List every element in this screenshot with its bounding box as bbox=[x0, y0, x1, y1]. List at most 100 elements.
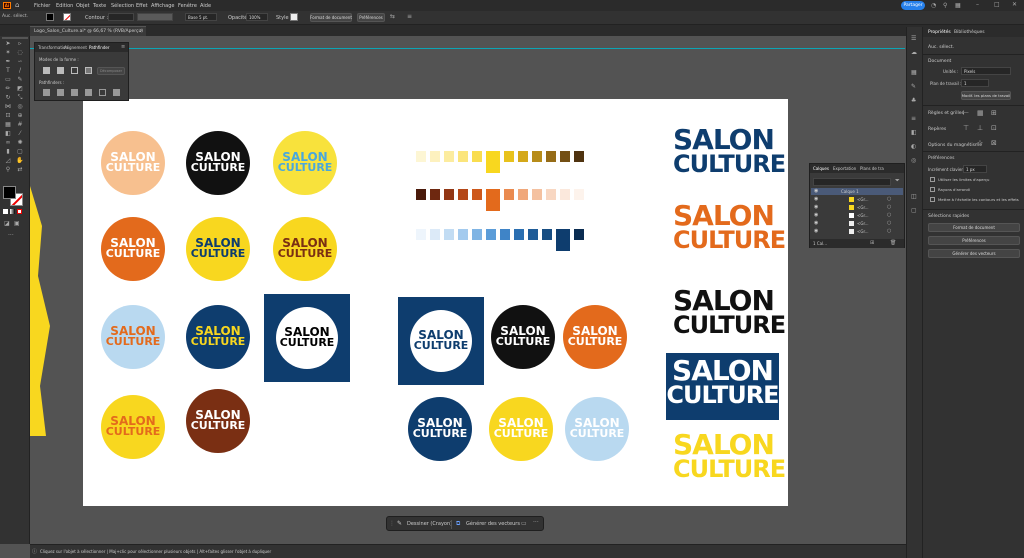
badge-black-2[interactable]: SALON CULTURE bbox=[491, 305, 555, 369]
symbols-panel-icon[interactable]: ♣ bbox=[911, 97, 916, 104]
help-icon[interactable]: ⓘ bbox=[32, 548, 37, 555]
badge-orange-2[interactable]: SALON CULTURE bbox=[563, 305, 627, 369]
transparency-panel-icon[interactable]: ◐ bbox=[911, 143, 916, 150]
preferences-button-2[interactable]: Préférences bbox=[928, 236, 1020, 245]
taskbar-image-icon[interactable]: ▭ bbox=[521, 520, 527, 527]
taskbar-grip-icon[interactable]: ⋮ bbox=[389, 520, 395, 527]
draw-pencil-button[interactable]: Dessiner (Crayon) bbox=[407, 521, 452, 527]
target-icon[interactable]: ○ bbox=[887, 228, 891, 234]
menu-selection[interactable]: Sélection bbox=[111, 3, 134, 9]
crop-icon[interactable] bbox=[85, 89, 92, 96]
free-transform-tool-icon[interactable]: ⊡ bbox=[4, 112, 12, 119]
menu-edition[interactable]: Edition bbox=[56, 3, 73, 9]
properties-panel-icon[interactable]: ☰ bbox=[911, 35, 916, 42]
notification-icon[interactable]: ◔ bbox=[931, 2, 936, 9]
lasso-tool-icon[interactable]: ◌ bbox=[16, 49, 24, 56]
arrange-icon[interactable]: ⇆ bbox=[390, 13, 395, 20]
curvature-tool-icon[interactable]: ∽ bbox=[16, 58, 24, 65]
palette-blue[interactable] bbox=[416, 229, 586, 251]
tab-properties[interactable]: Propriétés bbox=[928, 30, 951, 35]
tools-panel-grip[interactable] bbox=[2, 37, 28, 39]
keyboard-increment-field[interactable]: 1 px bbox=[963, 165, 987, 173]
swap-colors-icon[interactable]: ⇄ bbox=[16, 166, 24, 173]
menu-effet[interactable]: Effet bbox=[136, 3, 148, 9]
badge-yellow-orange[interactable]: SALON CULTURE bbox=[101, 395, 165, 459]
generate-vectors-button-2[interactable]: Générer des vecteurs bbox=[928, 249, 1020, 258]
magic-wand-tool-icon[interactable]: ✶ bbox=[4, 49, 12, 56]
document-format-button[interactable]: Format de document bbox=[310, 13, 352, 22]
round-corners-checkbox[interactable] bbox=[930, 187, 935, 192]
new-layer-icon[interactable]: ⊞ bbox=[870, 240, 874, 246]
badge-black[interactable]: SALON CULTURE bbox=[186, 131, 250, 195]
minimize-icon[interactable]: – bbox=[976, 1, 979, 8]
expand-button[interactable]: Décomposer bbox=[97, 67, 125, 75]
pixel-grid-icon[interactable]: ⊞ bbox=[991, 109, 997, 117]
hand-tool-icon[interactable]: ✋ bbox=[16, 157, 24, 164]
smart-guides-icon[interactable]: ⊡ bbox=[991, 124, 997, 132]
logo-yellow[interactable]: SALON CULTURE bbox=[673, 431, 786, 481]
eraser-tool-icon[interactable]: ◩ bbox=[16, 85, 24, 92]
badge-yellow-brown[interactable]: SALON CULTURE bbox=[273, 217, 337, 281]
badge-peach[interactable]: SALON CULTURE bbox=[101, 131, 165, 195]
logo-orange[interactable]: SALON CULTURE bbox=[673, 202, 786, 252]
palette-yellow[interactable] bbox=[416, 151, 586, 173]
document-tab[interactable]: Logo_Salon_Culture.ai* @ 66,67 % (RVB/Ap… bbox=[30, 26, 146, 36]
tab-alignement[interactable]: Alignement bbox=[64, 45, 87, 50]
scale-strokes-checkbox[interactable] bbox=[930, 197, 935, 202]
layer-row[interactable]: ◉ <Gr... ○ bbox=[811, 212, 903, 220]
minus-front-icon[interactable] bbox=[57, 67, 64, 74]
selection-tool-icon[interactable]: ➤ bbox=[4, 40, 12, 47]
fill-color-box[interactable] bbox=[3, 186, 16, 199]
filter-icon[interactable]: ⏷ bbox=[895, 177, 900, 185]
eye-icon[interactable]: ◉ bbox=[814, 188, 818, 194]
warp-tool-icon[interactable]: ◎ bbox=[16, 103, 24, 110]
logo-black[interactable]: SALON CULTURE bbox=[673, 287, 786, 337]
logo-navy-block[interactable]: SALON CULTURE bbox=[666, 353, 780, 420]
gradient-panel-icon[interactable]: ◧ bbox=[911, 129, 917, 136]
merge-icon[interactable] bbox=[71, 89, 78, 96]
stroke-weight-field[interactable] bbox=[108, 13, 134, 21]
guides-lock-icon[interactable]: ⊥ bbox=[977, 124, 983, 132]
artboard[interactable]: SALON CULTURE SALON CULTURE SALON CULTURE S… bbox=[83, 99, 788, 506]
menu-texte[interactable]: Texte bbox=[93, 3, 106, 9]
unite-icon[interactable] bbox=[43, 67, 50, 74]
target-icon[interactable]: ○ bbox=[887, 196, 891, 202]
artboard-tool-icon[interactable]: ▢ bbox=[16, 148, 24, 155]
preferences-button[interactable]: Préférences bbox=[357, 13, 385, 22]
gradient-mode-icon[interactable] bbox=[10, 209, 15, 214]
badge-brown[interactable]: SALON CULTURE bbox=[186, 389, 250, 453]
close-icon[interactable]: ✕ bbox=[1012, 1, 1017, 8]
width-tool-icon[interactable]: ⋈ bbox=[4, 103, 12, 110]
column-graph-tool-icon[interactable]: ▮ bbox=[4, 148, 12, 155]
brushes-panel-icon[interactable]: ✎ bbox=[911, 83, 916, 90]
rotate-tool-icon[interactable]: ↻ bbox=[4, 94, 12, 101]
opacity-field[interactable]: 100% bbox=[246, 13, 268, 21]
generate-vectors-button[interactable]: Générer des vecteurs bbox=[466, 521, 520, 527]
fill-swatch[interactable] bbox=[46, 13, 54, 21]
slice-tool-icon[interactable]: ◿ bbox=[4, 157, 12, 164]
palette-orange[interactable] bbox=[416, 189, 586, 211]
badge-yellow-blue[interactable]: SALON CULTURE bbox=[273, 131, 337, 195]
eyedropper-tool-icon[interactable]: ⁄ bbox=[16, 130, 24, 137]
layer-row[interactable]: ◉ <Gr... ○ bbox=[811, 196, 903, 204]
target-icon[interactable]: ○ bbox=[887, 204, 891, 210]
badge-orange[interactable]: SALON CULTURE bbox=[101, 217, 165, 281]
eye-icon[interactable]: ◉ bbox=[814, 220, 818, 226]
swatches-panel-icon[interactable]: ▦ bbox=[911, 69, 917, 76]
mesh-tool-icon[interactable]: # bbox=[16, 121, 24, 128]
stroke-panel-icon[interactable]: ≡ bbox=[911, 115, 916, 122]
stroke-swatch[interactable] bbox=[63, 13, 71, 21]
tab-calques[interactable]: Calques bbox=[813, 166, 829, 171]
eye-icon[interactable]: ◉ bbox=[814, 228, 818, 234]
menu-fichier[interactable]: Fichier bbox=[34, 3, 50, 9]
shape-builder-tool-icon[interactable]: ⊕ bbox=[16, 112, 24, 119]
badge-navy-2[interactable]: SALON CULTURE bbox=[408, 397, 472, 461]
more-options-icon[interactable]: ≡ bbox=[407, 13, 412, 20]
panel-menu-icon[interactable]: ≡ bbox=[121, 44, 125, 50]
scale-tool-icon[interactable]: ⤡ bbox=[16, 94, 24, 101]
layer-row[interactable]: ◉ <Gr... ○ bbox=[811, 220, 903, 228]
color-mode-icon[interactable] bbox=[3, 209, 8, 214]
draw-mode-icon[interactable]: ◪ bbox=[4, 220, 10, 227]
blend-tool-icon[interactable]: ∞ bbox=[4, 139, 12, 146]
badge-lightblue[interactable]: SALON CULTURE bbox=[101, 305, 165, 369]
